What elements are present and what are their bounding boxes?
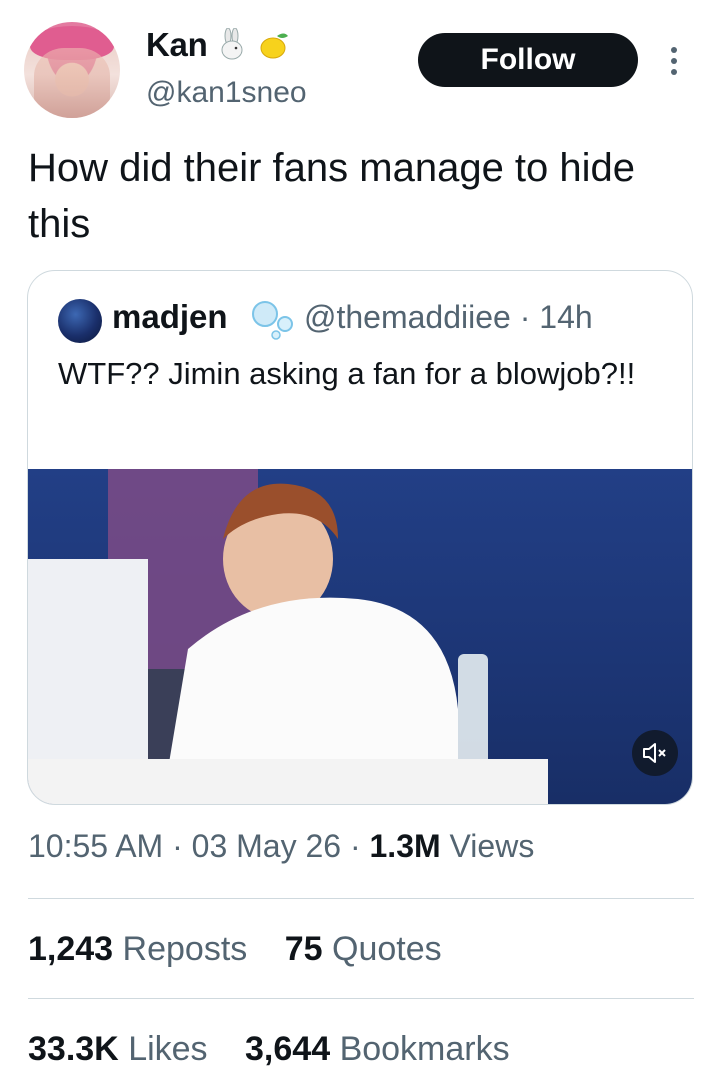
quoted-tweet-card[interactable]: madjen @themaddiiee · 14h WTF?? Jimin as…: [27, 270, 693, 805]
quotes-count: 75: [284, 930, 323, 968]
bubbles-emoji-icon: [252, 301, 293, 340]
follow-button[interactable]: Follow: [418, 33, 638, 87]
rabbit-emoji-icon: [221, 28, 243, 60]
bookmarks-count: 3,644: [245, 1030, 331, 1068]
views-label: Views: [449, 828, 535, 864]
quoted-meta: @themaddiiee · 14h: [304, 299, 593, 336]
author-handle[interactable]: @kan1sneo: [146, 76, 307, 110]
lemon-emoji-icon: [260, 33, 289, 59]
quoted-author-handle[interactable]: @themaddiiee: [304, 299, 511, 335]
mute-button[interactable]: [632, 730, 678, 776]
tweet-date[interactable]: 03 May 26: [192, 828, 341, 864]
reposts-quotes-row: 1,243 Reposts 75 Quotes: [28, 930, 470, 969]
bookmarks-stat[interactable]: 3,644 Bookmarks: [245, 1030, 510, 1068]
tweet-text: How did their fans manage to hide this: [28, 146, 636, 246]
quotes-label: Quotes: [332, 930, 442, 968]
author-display-name[interactable]: Kan: [146, 26, 208, 64]
quotes-stat[interactable]: 75 Quotes: [285, 930, 442, 968]
more-options-icon[interactable]: [667, 44, 681, 78]
quoted-author-name[interactable]: madjen: [112, 298, 228, 336]
tweet-timestamp-row: 10:55 AM · 03 May 26 · 1.3M Views: [28, 828, 534, 865]
avatar-face: [34, 48, 110, 118]
likes-label: Likes: [128, 1030, 208, 1068]
likes-bookmarks-row: 33.3K Likes 3,644 Bookmarks: [28, 1030, 538, 1069]
author-avatar[interactable]: [24, 22, 120, 118]
quoted-video[interactable]: [28, 469, 692, 804]
reposts-stat[interactable]: 1,243 Reposts: [28, 930, 257, 968]
divider: [28, 898, 694, 899]
reposts-label: Reposts: [122, 930, 248, 968]
quoted-tweet-text: WTF?? Jimin asking a fan for a blowjob?!…: [58, 356, 636, 391]
meta-separator: ·: [172, 828, 192, 864]
likes-stat[interactable]: 33.3K Likes: [28, 1030, 217, 1068]
meta-separator: ·: [519, 299, 540, 335]
video-frame: [28, 469, 548, 804]
bookmarks-label: Bookmarks: [339, 1030, 510, 1068]
reposts-count: 1,243: [28, 930, 114, 968]
divider: [28, 998, 694, 999]
quoted-author-avatar[interactable]: [58, 299, 102, 343]
likes-count: 33.3K: [28, 1030, 119, 1068]
quoted-time-ago[interactable]: 14h: [539, 299, 592, 335]
author-name-row: Kan: [146, 26, 291, 64]
views-count: 1.3M: [369, 828, 441, 864]
tweet-time[interactable]: 10:55 AM: [28, 828, 163, 864]
mute-icon: [643, 743, 666, 763]
meta-separator: ·: [349, 828, 370, 864]
